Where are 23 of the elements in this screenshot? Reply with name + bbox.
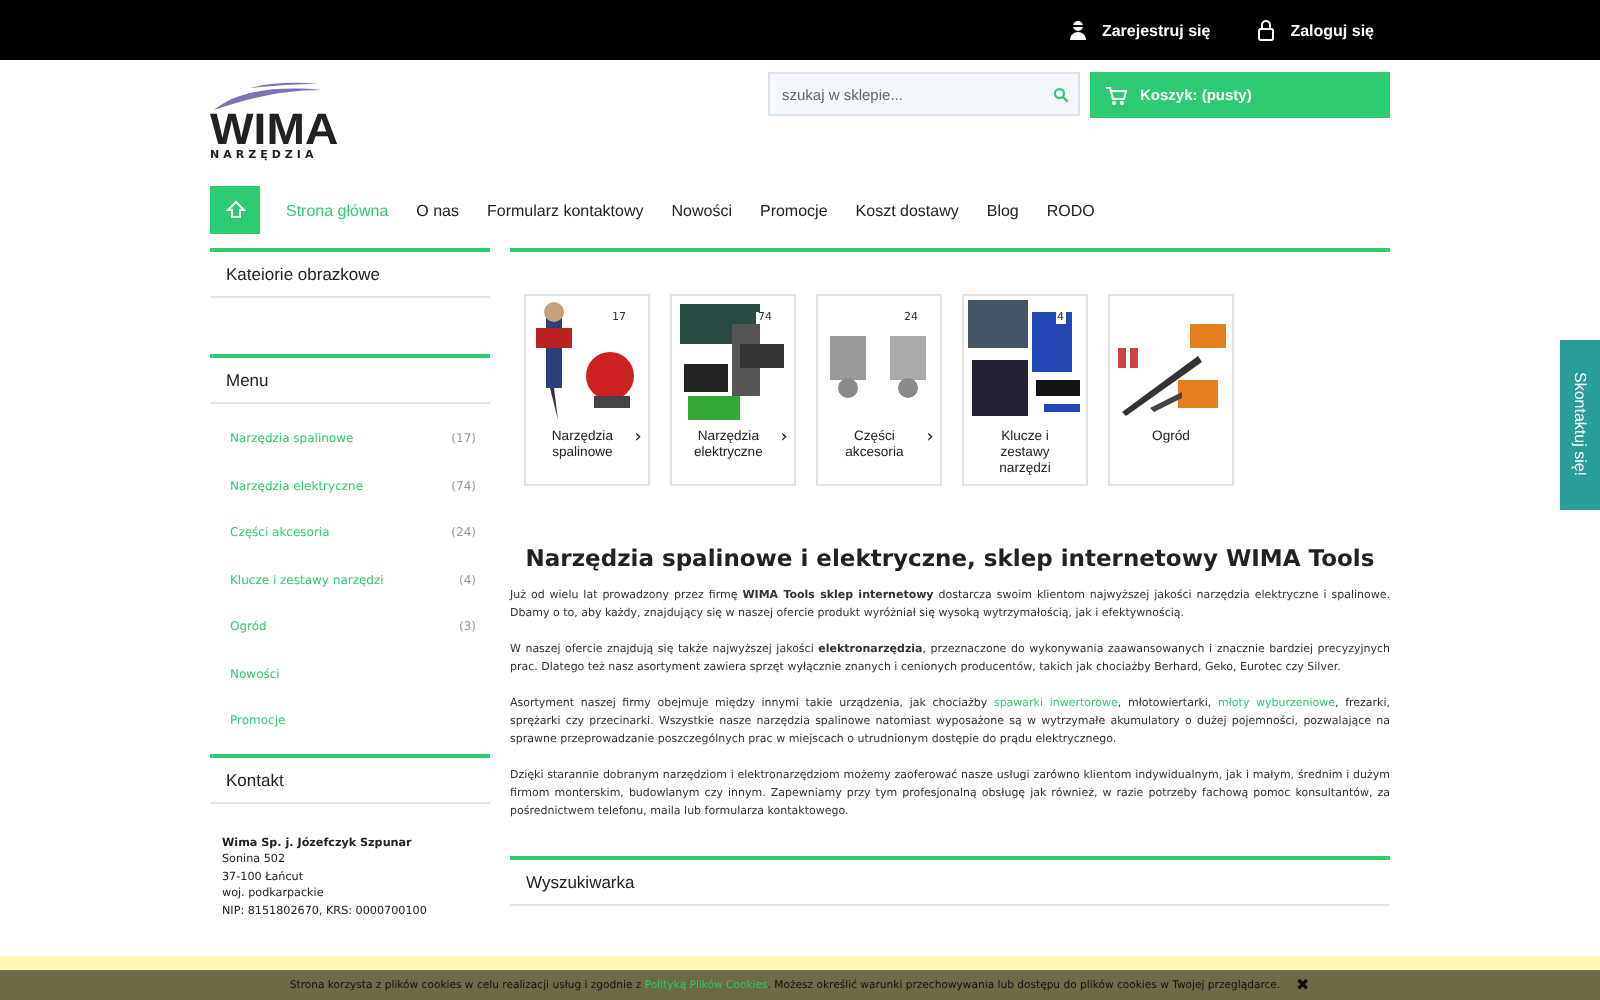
section-title: Kateiorie obrazkowe xyxy=(226,264,381,284)
nav-link[interactable]: Koszt dostawy xyxy=(841,201,973,219)
home-button[interactable] xyxy=(210,186,260,234)
search-icon xyxy=(1052,85,1070,103)
cart-icon xyxy=(1104,83,1128,107)
section-title: Wyszukiwarka xyxy=(526,872,635,892)
nav-link[interactable]: Promocje xyxy=(745,201,842,219)
section-title: Menu xyxy=(226,370,269,390)
chevron: › xyxy=(780,430,788,446)
login-link[interactable]: Zaloguj się xyxy=(1254,18,1374,42)
nav-link[interactable]: O nas xyxy=(402,201,473,219)
section-title: Kontakt xyxy=(226,769,284,789)
nav-link[interactable]: Blog xyxy=(972,201,1033,219)
nav-link[interactable]: RODO xyxy=(1032,201,1109,219)
register-link[interactable]: Zarejestruj się xyxy=(1065,18,1211,42)
user-icon xyxy=(1065,18,1090,42)
chevron: › xyxy=(926,430,934,446)
lock-icon xyxy=(1254,18,1279,42)
nav-link[interactable]: Formularz kontaktowy xyxy=(473,201,658,219)
logo-text: WIMA xyxy=(210,110,341,150)
chevron: › xyxy=(634,430,642,446)
nav-link[interactable]: Nowości xyxy=(657,201,746,219)
article-title: Narzędzia spalinowe i elektryczne, sklep internetowy WIMA Tools xyxy=(523,544,1377,572)
